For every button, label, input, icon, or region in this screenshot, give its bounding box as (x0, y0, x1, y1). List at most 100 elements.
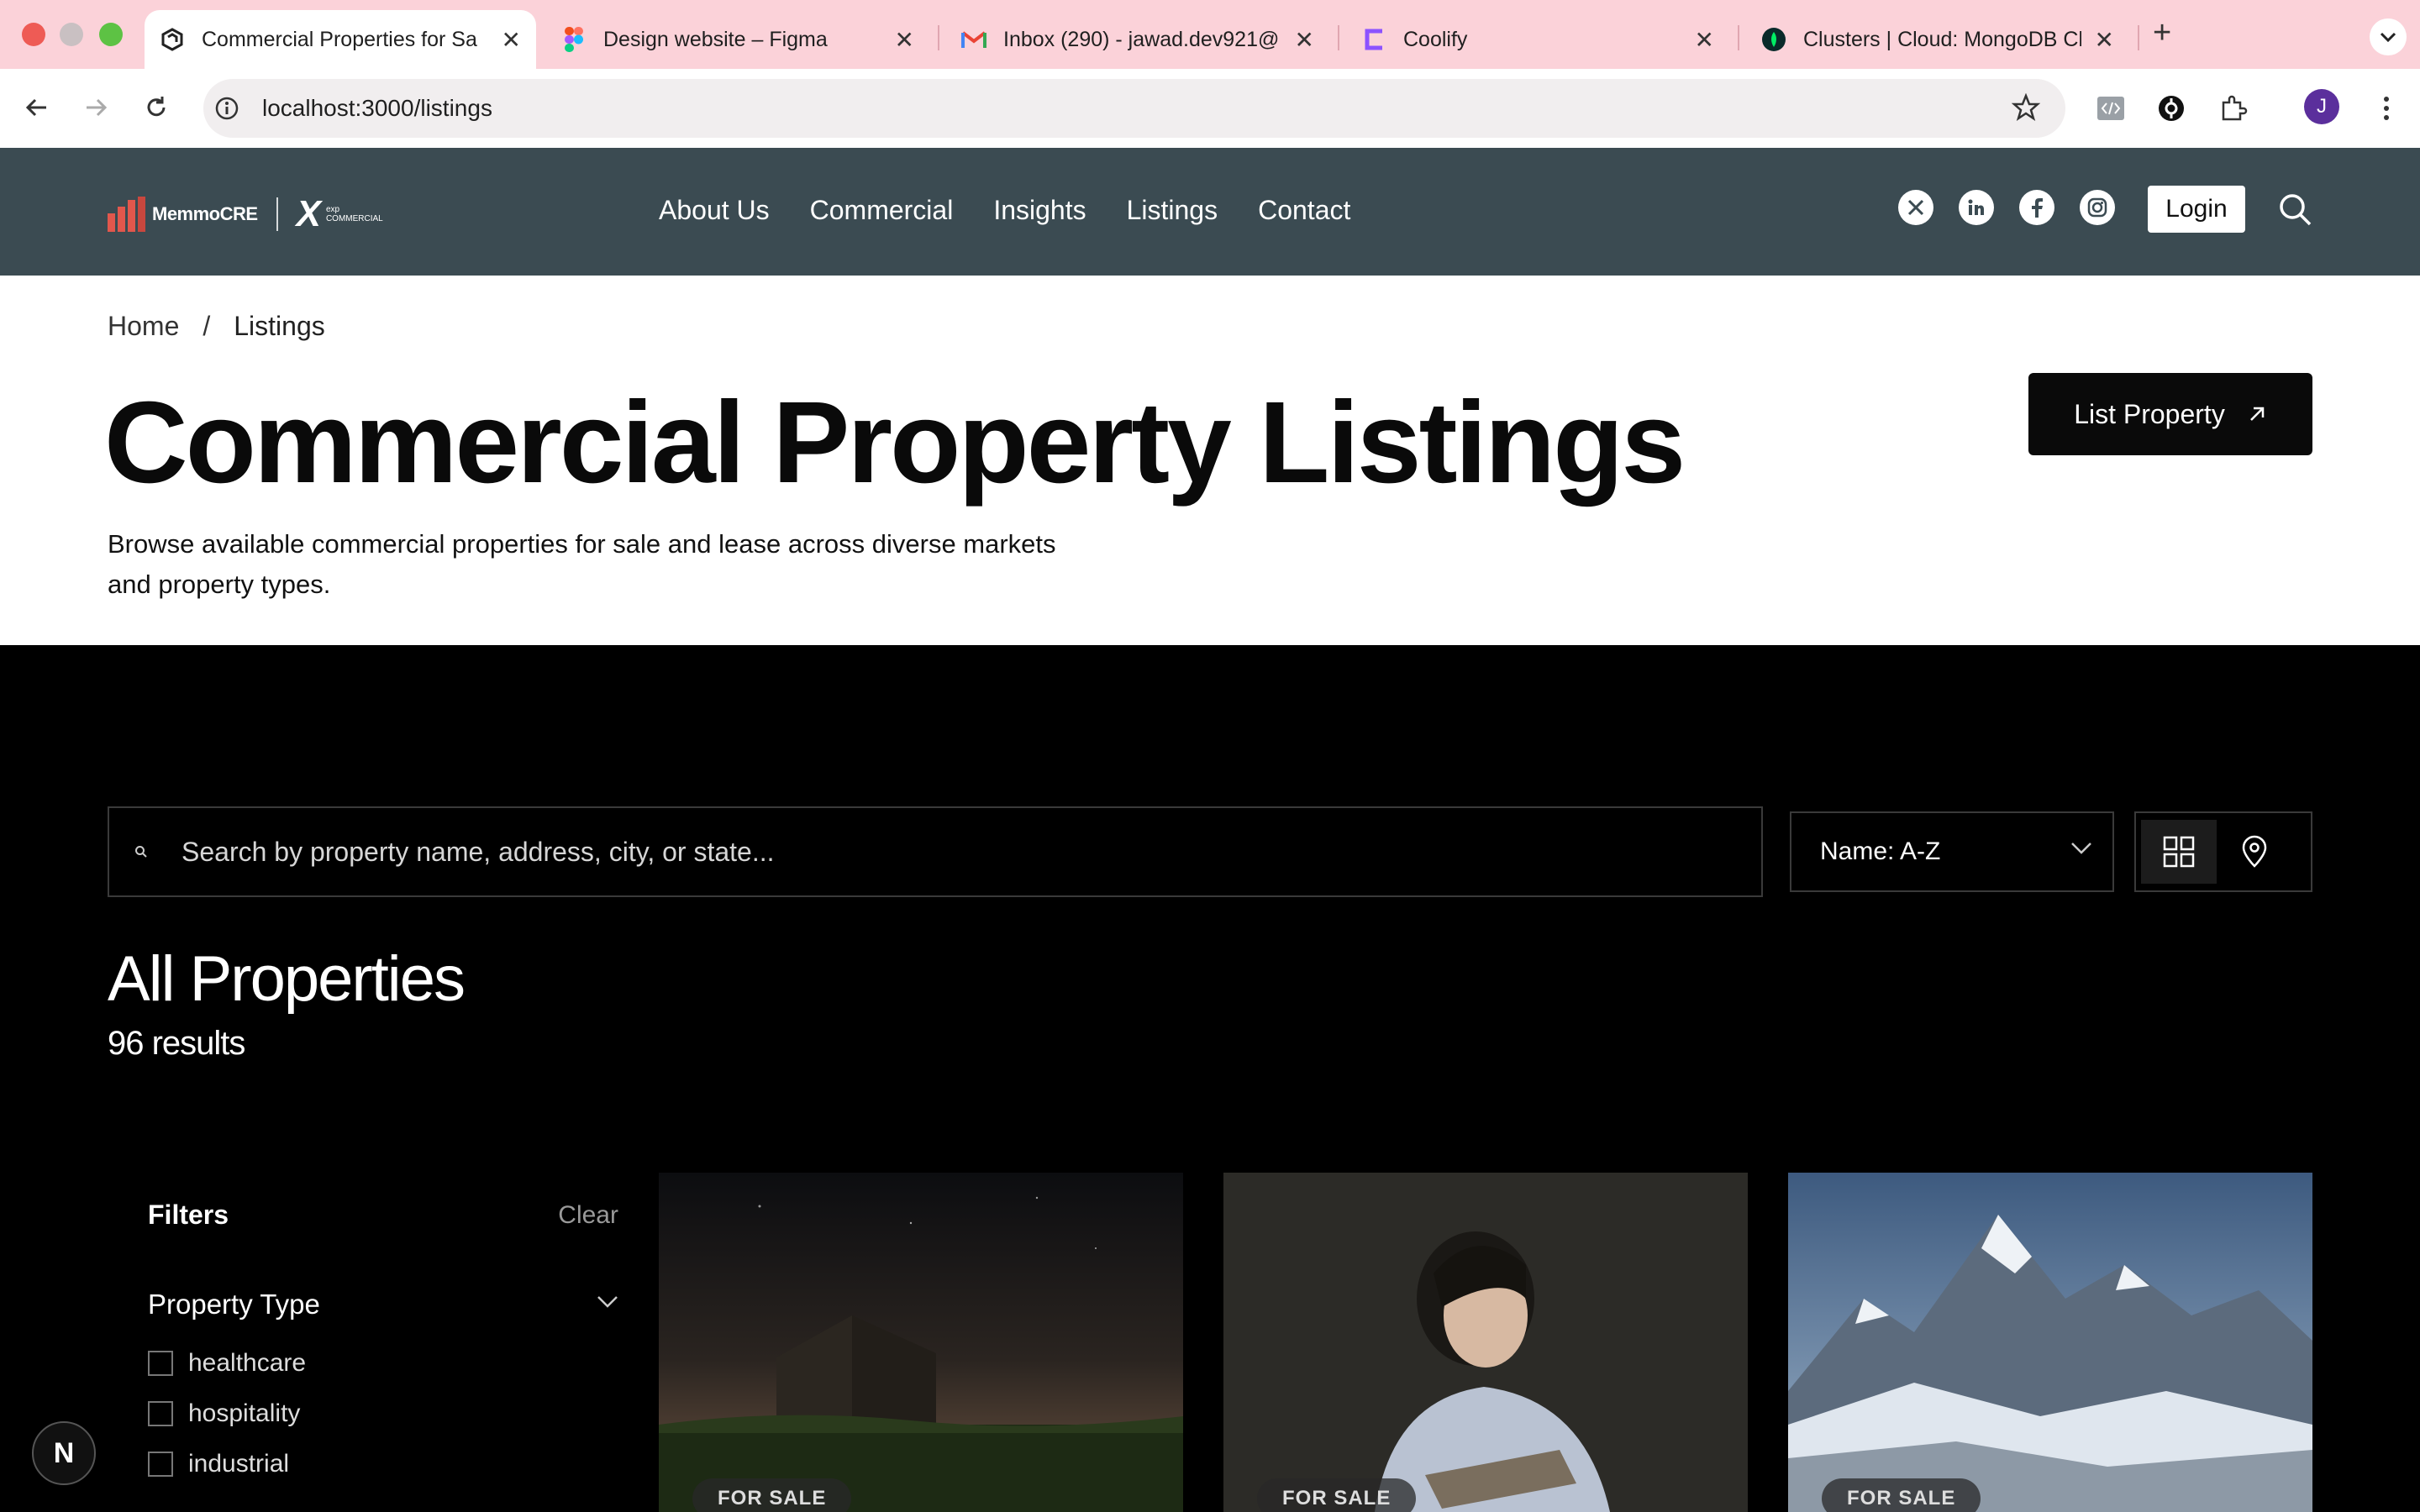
forward-arrow-icon (87, 98, 108, 117)
tab-title: Clusters | Cloud: MongoDB Cl (1803, 27, 2081, 51)
mongodb-icon (1761, 27, 1786, 52)
grid-icon (2163, 836, 2195, 868)
sort-value: Name: A-Z (1820, 837, 1941, 865)
browser-tab[interactable]: Clusters | Cloud: MongoDB Cl ✕ (1746, 10, 2129, 69)
section-title: All Properties (108, 943, 466, 1015)
tab-title: Coolify (1403, 27, 1468, 51)
browser-tab[interactable]: Inbox (290) - jawad.dev921@ ✕ (946, 10, 1329, 69)
partner-logo-top: exp (325, 205, 340, 214)
status-badge: FOR SALE (1822, 1478, 1981, 1512)
filter-option-hospitality[interactable]: hospitality (148, 1399, 300, 1428)
breadcrumb-separator: / (203, 311, 211, 341)
browser-menu-icon[interactable] (2368, 90, 2405, 127)
tab-separator (1338, 25, 1339, 50)
filter-option-healthcare[interactable]: healthcare (148, 1349, 306, 1378)
view-toggle (2134, 811, 2312, 892)
close-window-button[interactable] (22, 23, 45, 46)
close-tab-icon[interactable]: ✕ (502, 26, 521, 54)
property-card[interactable]: FOR SALE (1788, 1173, 2312, 1512)
forward-button[interactable] (76, 87, 116, 128)
page-subtitle: Browse available commercial properties f… (108, 529, 1056, 599)
filters-panel: Filters Clear Property Type healthcare h… (148, 1200, 618, 1478)
page-title: Commercial Property Listings (104, 378, 1686, 507)
breadcrumb: Home / Listings (108, 311, 325, 342)
list-property-label: List Property (2074, 398, 2225, 429)
new-tab-button[interactable]: + (2153, 15, 2171, 51)
search-input[interactable] (182, 836, 1694, 868)
close-tab-icon[interactable]: ✕ (895, 26, 914, 54)
listings-section: Name: A-Z All Properties 96 results Filt… (0, 645, 2420, 1512)
filter-option-label: hospitality (188, 1399, 301, 1427)
clear-filters-button[interactable]: Clear (558, 1201, 618, 1230)
property-image (1788, 1173, 2312, 1512)
linkedin-icon[interactable] (1959, 190, 1994, 225)
figma-icon (561, 27, 587, 52)
address-bar[interactable]: localhost:3000/listings (203, 79, 2065, 138)
close-tab-icon[interactable]: ✕ (1695, 26, 1714, 54)
property-type-toggle[interactable]: Property Type (148, 1289, 618, 1320)
partner-logo-icon: X (296, 193, 321, 234)
nav-insights[interactable]: Insights (993, 195, 1086, 226)
checkbox[interactable] (148, 1452, 173, 1477)
chevron-down-icon (2380, 32, 2396, 42)
grid-view-button[interactable] (2141, 820, 2217, 884)
hero-section: Home / Listings Commercial Property List… (0, 276, 2420, 645)
sort-dropdown[interactable]: Name: A-Z (1790, 811, 2114, 892)
close-tab-icon[interactable]: ✕ (2095, 26, 2114, 54)
login-button[interactable]: Login (2148, 186, 2245, 233)
chevron-down-icon (597, 1296, 618, 1308)
tab-separator (2138, 25, 2139, 50)
result-count: 96 results (108, 1025, 245, 1062)
maximize-window-button[interactable] (99, 23, 123, 46)
logo-brand-text: MemmoCRE (152, 203, 258, 224)
breadcrumb-home[interactable]: Home (108, 311, 179, 342)
nextjs-dev-badge[interactable]: N (32, 1421, 96, 1485)
tab-title: Inbox (290) - jawad.dev921@ (1003, 27, 1280, 51)
site-search-icon[interactable] (2277, 192, 2312, 231)
map-view-button[interactable] (2217, 820, 2292, 884)
bookmark-star-icon[interactable] (2011, 92, 2041, 126)
browser-tab-active[interactable]: Commercial Properties for Sa ✕ (145, 10, 536, 69)
browser-toolbar: localhost:3000/listings (0, 69, 2420, 148)
nav-commercial[interactable]: Commercial (810, 195, 954, 226)
property-type-label: Property Type (148, 1289, 320, 1320)
back-arrow-icon (25, 98, 46, 117)
close-tab-icon[interactable]: ✕ (1295, 26, 1314, 54)
filters-title: Filters (148, 1200, 229, 1230)
site-logo[interactable]: MemmoCRE X exp COMMERCIAL (108, 193, 383, 235)
nav-listings[interactable]: Listings (1127, 195, 1218, 226)
browser-tab-bar: Commercial Properties for Sa ✕ Design we… (0, 0, 2420, 69)
filter-option-label: healthcare (188, 1349, 307, 1377)
breadcrumb-current: Listings (234, 311, 325, 341)
checkbox[interactable] (148, 1401, 173, 1426)
property-card[interactable]: FOR SALE (1223, 1173, 1748, 1512)
search-field[interactable] (108, 806, 1763, 897)
filter-option-industrial[interactable]: industrial (148, 1450, 289, 1478)
nav-contact[interactable]: Contact (1258, 195, 1350, 226)
reload-icon (147, 97, 166, 117)
filter-option-label: industrial (188, 1450, 290, 1478)
facebook-icon[interactable] (2019, 190, 2054, 225)
back-button[interactable] (17, 87, 57, 128)
tab-search-button[interactable] (2370, 18, 2407, 55)
logo-bars-icon (108, 197, 145, 232)
property-card[interactable]: FOR SALE (659, 1173, 1183, 1512)
browser-tab[interactable]: Coolify ✕ (1346, 10, 1729, 69)
extensions-puzzle-icon[interactable] (2215, 90, 2252, 127)
nav-about-us[interactable]: About Us (659, 195, 770, 226)
devtools-extension-icon[interactable] (2092, 90, 2129, 127)
extension-icon[interactable] (2153, 90, 2190, 127)
instagram-icon[interactable] (2080, 190, 2115, 225)
property-image (659, 1173, 1183, 1512)
list-property-button[interactable]: List Property (2028, 373, 2312, 455)
checkbox[interactable] (148, 1351, 173, 1376)
site-info-icon[interactable] (213, 95, 240, 122)
minimize-window-button[interactable] (60, 23, 83, 46)
browser-tab[interactable]: Design website – Figma ✕ (546, 10, 929, 69)
x-twitter-icon[interactable] (1898, 190, 1933, 225)
reload-button[interactable] (136, 87, 176, 128)
site-header: MemmoCRE X exp COMMERCIAL About Us Comme… (0, 148, 2420, 276)
tab-separator (1738, 25, 1739, 50)
gmail-icon (961, 27, 986, 52)
profile-avatar[interactable]: J (2304, 89, 2339, 124)
